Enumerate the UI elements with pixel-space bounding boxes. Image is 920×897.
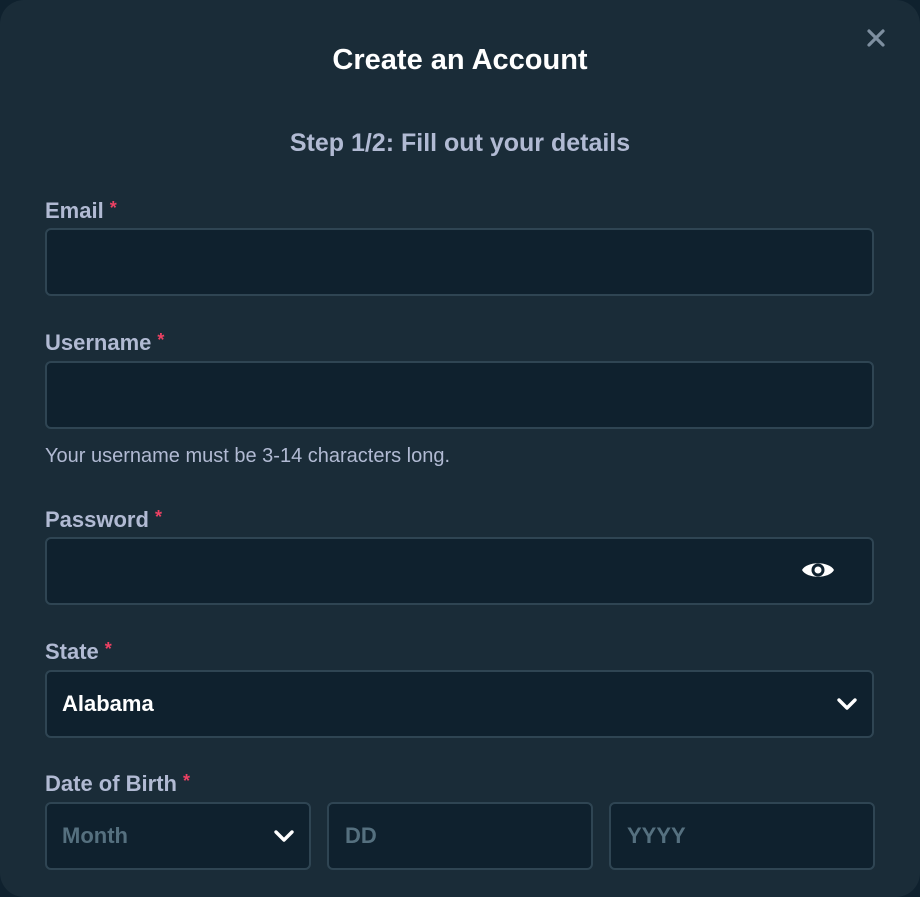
required-asterisk: * (154, 507, 162, 527)
dob-month-select[interactable]: Month (45, 802, 311, 870)
username-input[interactable] (47, 363, 872, 427)
password-label-text: Password (45, 507, 149, 532)
password-label: Password * (45, 502, 162, 535)
email-label: Email * (45, 193, 117, 226)
username-label: Username * (45, 325, 164, 358)
chevron-down-icon (834, 692, 860, 716)
month-placeholder: Month (62, 823, 128, 848)
email-input[interactable] (47, 230, 872, 294)
dob-day-input[interactable] (329, 804, 591, 868)
username-helper-text: Your username must be 3-14 characters lo… (45, 445, 451, 467)
state-select[interactable]: Alabama (45, 670, 874, 738)
dob-day-field (327, 802, 593, 870)
state-label-text: State (45, 639, 99, 664)
state-label: State * (45, 634, 112, 667)
required-asterisk: * (183, 771, 191, 791)
password-input[interactable] (47, 539, 872, 603)
username-field-container (45, 361, 874, 429)
create-account-modal: Create an Account Step 1/2: Fill out you… (0, 0, 920, 897)
password-field-container (45, 537, 874, 605)
state-selected-value: Alabama (62, 691, 154, 716)
email-field-container (45, 228, 874, 296)
modal-title: Create an Account (332, 44, 588, 76)
dob-label-text: Date of Birth (45, 771, 177, 796)
username-label-text: Username (45, 330, 152, 355)
required-asterisk: * (104, 639, 112, 659)
close-icon (866, 28, 886, 53)
chevron-down-icon (271, 824, 297, 848)
required-asterisk: * (109, 198, 117, 218)
dob-label: Date of Birth * (45, 766, 190, 799)
step-subtitle: Step 1/2: Fill out your details (289, 129, 631, 157)
required-asterisk: * (157, 330, 165, 350)
dob-year-input[interactable] (611, 804, 873, 868)
password-visibility-toggle[interactable] (800, 559, 836, 585)
email-label-text: Email (45, 198, 104, 223)
eye-icon (801, 558, 835, 587)
close-button[interactable] (862, 26, 890, 54)
dob-year-field (609, 802, 875, 870)
